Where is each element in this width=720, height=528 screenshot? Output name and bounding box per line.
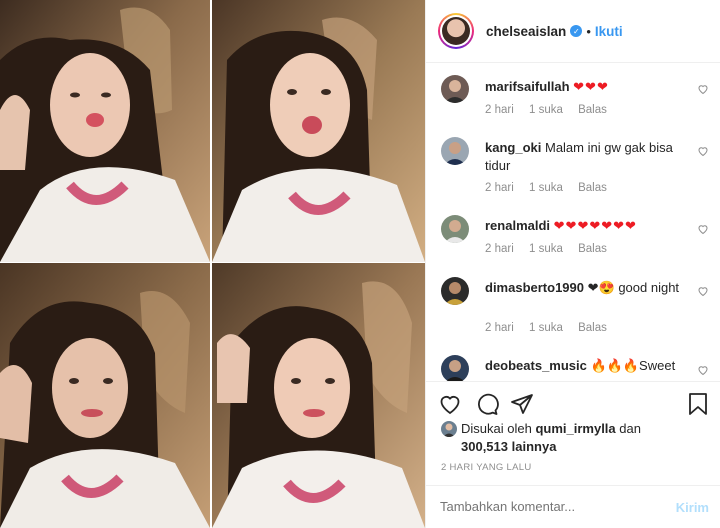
comment-time[interactable]: 2 hari <box>485 243 514 255</box>
comment-input[interactable] <box>440 499 640 514</box>
likes-conj: dan <box>619 421 641 436</box>
comment-item: marifsaifullah ❤❤❤ 2 hari 1 suka Balas <box>441 75 711 131</box>
comment-time[interactable]: 2 hari <box>485 104 514 116</box>
post-action-bar <box>426 381 720 421</box>
likes-prefix: Disukai oleh <box>461 421 532 436</box>
likes-summary: Disukai oleh qumi_irmylla dan 300,513 la… <box>441 420 711 456</box>
commenter-username[interactable]: kang_oki <box>485 140 541 155</box>
likes-suffix[interactable]: lainnya <box>512 439 557 454</box>
comment-item: renalmaldi ❤❤❤❤❤❤❤ 2 hari 1 suka Balas <box>441 215 711 271</box>
reply-button[interactable]: Balas <box>578 104 607 116</box>
post-side-panel: chelseaislan ✓ • Ikuti marifsaifullah ❤❤… <box>425 0 720 528</box>
likes-count[interactable]: 300,513 <box>461 439 508 454</box>
commenter-username[interactable]: renalmaldi <box>485 218 550 233</box>
photo-tongue-out <box>212 0 425 262</box>
photo-kiss-face <box>0 0 210 262</box>
comment-like-heart-icon[interactable] <box>697 145 709 157</box>
reply-button[interactable]: Balas <box>578 243 607 255</box>
comments-list[interactable]: marifsaifullah ❤❤❤ 2 hari 1 suka Balas k… <box>426 63 720 381</box>
comment-like-heart-icon[interactable] <box>697 364 709 376</box>
bookmark-icon[interactable] <box>686 392 710 416</box>
commenter-avatar[interactable] <box>441 75 469 103</box>
share-icon[interactable] <box>510 392 534 416</box>
post-header: chelseaislan ✓ • Ikuti <box>426 0 720 63</box>
commenter-avatar[interactable] <box>441 215 469 243</box>
commenter-username[interactable]: deobeats_music <box>485 358 587 373</box>
comment-item: deobeats_music 🔥🔥🔥Sweet <box>441 355 711 381</box>
send-comment-button[interactable]: Kirim <box>676 500 709 515</box>
verified-badge-icon: ✓ <box>570 25 583 37</box>
commenter-username[interactable]: marifsaifullah <box>485 79 570 94</box>
separator-dot: • <box>586 23 591 39</box>
comment-text: ❤❤❤ <box>573 79 609 94</box>
comment-likes[interactable]: 1 suka <box>529 322 563 334</box>
photo-neutral-smile <box>212 263 425 528</box>
comment-likes[interactable]: 1 suka <box>529 104 563 116</box>
commenter-avatar[interactable] <box>441 277 469 305</box>
comment-like-heart-icon[interactable] <box>697 285 709 297</box>
comment-icon[interactable] <box>475 392 499 416</box>
comment-like-heart-icon[interactable] <box>697 83 709 95</box>
liker-avatar[interactable] <box>441 421 457 437</box>
author-username[interactable]: chelseaislan <box>486 24 566 39</box>
comment-likes[interactable]: 1 suka <box>529 182 563 194</box>
comment-like-heart-icon[interactable] <box>697 223 709 235</box>
post-media[interactable] <box>0 0 425 528</box>
commenter-avatar[interactable] <box>441 355 469 381</box>
photo-neutral-hand-in-hair <box>0 263 210 528</box>
post-date[interactable]: 2 HARI YANG LALU <box>441 462 532 473</box>
comment-item: dimasberto1990 ❤😍 good night 2 hari 1 su… <box>441 277 711 343</box>
commenter-avatar[interactable] <box>441 137 469 165</box>
add-comment-bar: Kirim <box>426 485 720 528</box>
comment-time[interactable]: 2 hari <box>485 322 514 334</box>
comment-item: kang_oki Malam ini gw gak bisa tidur 2 h… <box>441 137 711 201</box>
comment-text: ❤😍 good night <box>587 280 680 295</box>
liker-username[interactable]: qumi_irmylla <box>535 421 615 436</box>
author-avatar[interactable] <box>438 13 474 49</box>
commenter-username[interactable]: dimasberto1990 <box>485 280 584 295</box>
reply-button[interactable]: Balas <box>578 182 607 194</box>
comment-text: ❤❤❤❤❤❤❤ <box>553 218 637 233</box>
reply-button[interactable]: Balas <box>578 322 607 334</box>
comment-text: 🔥🔥🔥Sweet <box>590 358 676 373</box>
follow-button[interactable]: Ikuti <box>595 24 623 39</box>
comment-likes[interactable]: 1 suka <box>529 243 563 255</box>
comment-time[interactable]: 2 hari <box>485 182 514 194</box>
heart-icon[interactable] <box>438 392 462 416</box>
